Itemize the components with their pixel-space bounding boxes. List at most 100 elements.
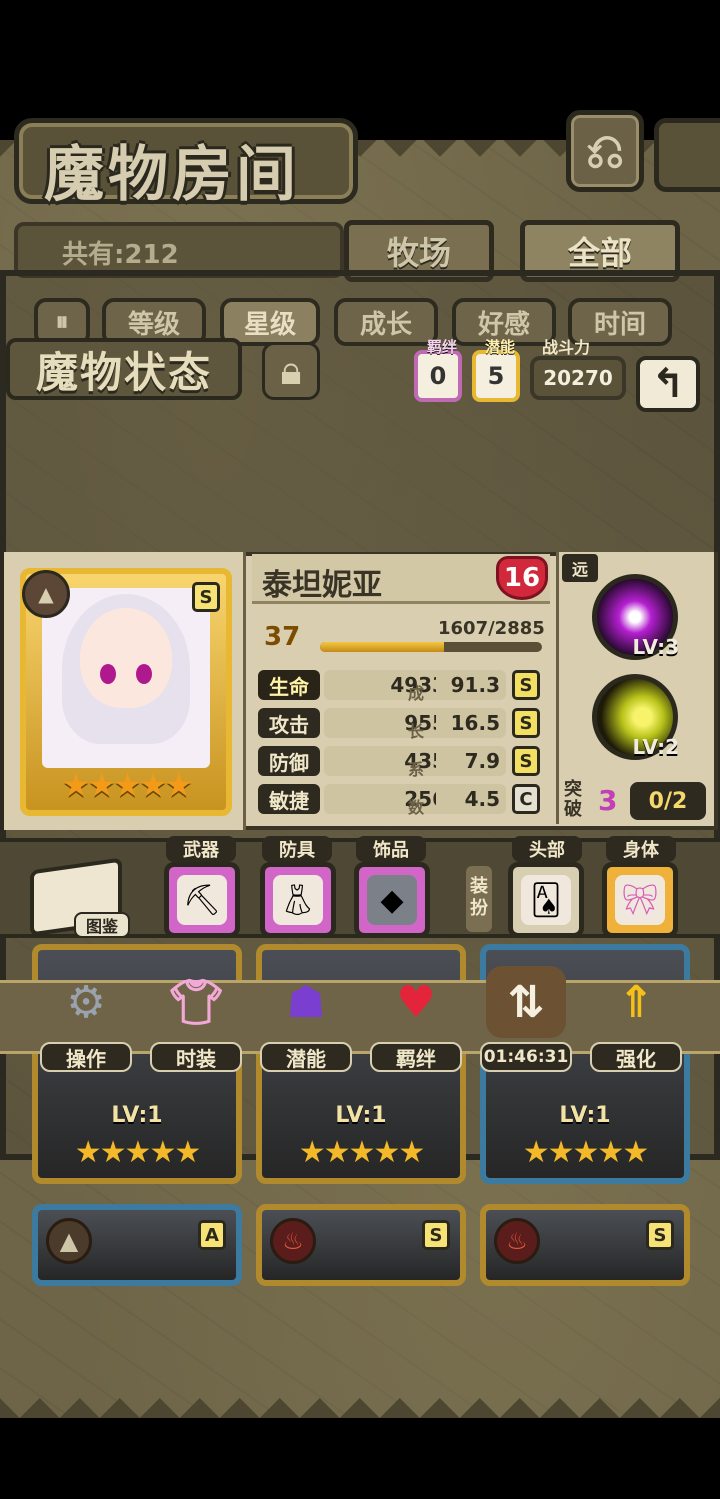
xp-fill <box>320 642 444 652</box>
fire-element-icon: ♨ <box>494 1218 540 1264</box>
skill-level: LV:2 <box>632 735 679 759</box>
stat-label: 生命 <box>258 670 320 700</box>
enhance-button[interactable]: ⇑ 强化 <box>590 962 682 1072</box>
swap-chest-icon: ⇅ <box>486 966 566 1038</box>
skill-level: LV:3 <box>632 635 679 659</box>
codex-label[interactable]: 图鉴 <box>74 912 130 938</box>
arrows-upgrade-icon: ⇑ <box>617 976 655 1028</box>
potential-label: 潜能 <box>484 338 515 356</box>
action-label: 操作 <box>40 1042 132 1072</box>
collection-count: 共有:212 <box>62 240 179 270</box>
gears-icon: ⚙ <box>66 976 106 1028</box>
weapon-label: 武器 <box>166 836 236 862</box>
timer-label: 01:46:31 <box>480 1042 572 1072</box>
fire-element-icon: ♨ <box>270 1218 316 1264</box>
stat-value: 4933 <box>324 670 454 700</box>
combat-power: 20270 <box>530 356 626 400</box>
bond-label: 羁绊 <box>426 338 457 356</box>
monster-card[interactable]: ▲ A <box>32 1204 242 1286</box>
monster-name: 泰坦妮亚 <box>262 568 382 603</box>
range-tag: 远 <box>562 554 598 582</box>
card-stars: ★★★★★ <box>74 1135 201 1170</box>
action-label: 潜能 <box>260 1042 352 1072</box>
status-back-button[interactable]: ↰ <box>636 356 700 412</box>
body-slot[interactable]: 🎀︎ <box>602 862 678 938</box>
monster-portrait[interactable]: ▲ S ★★★★★ <box>20 568 232 816</box>
card-grade: A <box>198 1220 226 1250</box>
xp-text: 1607/2885 <box>438 618 545 639</box>
head-label: 头部 <box>512 836 582 862</box>
yellow-wave-skill-icon[interactable]: LV:2 <box>592 674 679 760</box>
monster-card[interactable]: ♨ S <box>480 1204 690 1286</box>
head-slot[interactable]: 🂡 <box>508 862 584 938</box>
growth-grade: C <box>512 784 540 814</box>
growth-grade: S <box>512 708 540 738</box>
armor-label: 防具 <box>262 836 332 862</box>
potential-button[interactable]: ☗ 潜能 <box>260 962 352 1072</box>
growth-value: 4.5 <box>436 784 506 814</box>
card-level: LV:1 <box>335 1103 387 1128</box>
monster-grade: S <box>192 582 220 612</box>
pickaxe-icon: ⛏ <box>177 875 227 925</box>
armor-slot[interactable]: 👗︎ <box>260 862 336 938</box>
earth-element-icon: ▲ <box>22 570 70 618</box>
breakthrough-value: 3 <box>598 784 618 817</box>
status-title: 魔物状态 <box>6 338 242 400</box>
lock-button[interactable]: 🔒︎ <box>262 342 320 400</box>
bond-button[interactable]: ♥ 羁绊 <box>370 962 462 1072</box>
card-grade: S <box>422 1220 450 1250</box>
stat-value: 435 <box>324 746 454 776</box>
hearts-bond-icon: ♥ <box>396 976 436 1028</box>
face <box>80 608 172 708</box>
breakthrough-progress: 0/2 <box>630 782 706 820</box>
swap-timer-button[interactable]: ⇅ 01:46:31 <box>480 962 572 1072</box>
earth-element-icon: ▲ <box>46 1218 92 1264</box>
bond-value: 0 <box>429 362 447 390</box>
combat-power-label: 战斗力 <box>542 338 591 357</box>
rank-heart-badge: 16 <box>496 556 548 600</box>
card-grade: S <box>646 1220 674 1250</box>
monster-card[interactable]: ♨ S <box>256 1204 466 1286</box>
accessory-slot[interactable]: ◆ <box>354 862 430 938</box>
stat-label: 防御 <box>258 746 320 776</box>
stat-value: 256 <box>324 784 454 814</box>
growth-grade: S <box>512 746 540 776</box>
card-stars: ★★★★★ <box>298 1135 425 1170</box>
rune-stone-icon: ◆ <box>367 875 417 925</box>
bottom-zigzag-border <box>0 1378 720 1418</box>
growth-value: 91.3 <box>436 670 506 700</box>
purple-burst-skill-icon[interactable]: LV:3 <box>592 574 679 660</box>
growth-value: 16.5 <box>436 708 506 738</box>
dress-armor-icon: 👗︎ <box>273 875 323 925</box>
lock-icon: 🔒︎ <box>280 348 302 394</box>
growth-grade: S <box>512 670 540 700</box>
stat-value: 955 <box>324 708 454 738</box>
card-level: LV:1 <box>559 1103 611 1128</box>
eye <box>136 664 152 684</box>
accessory-label: 饰品 <box>356 836 426 862</box>
xp-bar <box>320 642 542 652</box>
growth-char: 数 <box>408 798 425 817</box>
back-button[interactable]: ⎌ <box>566 110 644 192</box>
growth-char: 长 <box>408 722 425 741</box>
side-tab[interactable] <box>654 118 720 192</box>
combat-power-value: 20270 <box>543 366 613 390</box>
body-label: 身体 <box>606 836 676 862</box>
bond-stat: 羁绊 0 <box>414 338 462 402</box>
card-stars: ★★★★★ <box>522 1135 649 1170</box>
portrait-art <box>42 588 210 768</box>
potential-stat: 潜能 5 <box>472 338 520 402</box>
rank-value: 16 <box>503 563 541 593</box>
pause-sort-icon: ⏸ <box>55 306 69 337</box>
monster-stars: ★★★★★ <box>61 766 193 804</box>
bow-icon: 🎀︎ <box>615 875 665 925</box>
return-arrow-icon: ⎌ <box>585 122 625 179</box>
return-icon: ↰ <box>651 361 685 407</box>
level-badge: 37 <box>264 622 301 652</box>
growth-char: 成 <box>408 684 425 703</box>
operate-button[interactable]: ⚙ 操作 <box>40 962 132 1072</box>
outfit-button[interactable]: 👕︎ 时装 <box>150 962 242 1072</box>
eye <box>100 664 116 684</box>
weapon-slot[interactable]: ⛏ <box>164 862 240 938</box>
stat-label: 敏捷 <box>258 784 320 814</box>
